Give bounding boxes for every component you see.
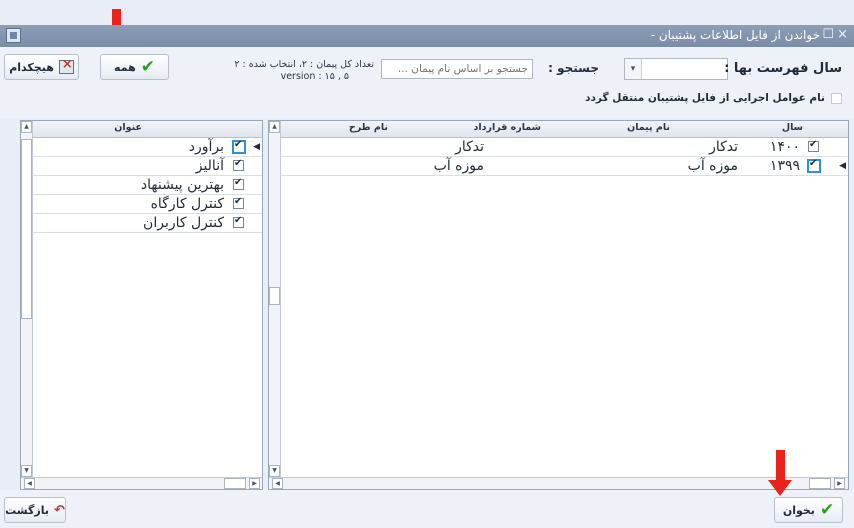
none-button-label: هیچکدام (9, 60, 54, 74)
items-grid: ▲ ▼ عنوان ◀ برآورد آنالیز بهترین پیشنهاد… (20, 120, 263, 490)
hscroll-thumb[interactable] (809, 478, 831, 489)
all-button-label: همه (114, 60, 136, 74)
check-icon: ✔ (819, 499, 835, 520)
scroll-down-icon[interactable]: ▼ (269, 465, 280, 477)
list-item[interactable]: بهترین پیشنهاد (33, 176, 262, 195)
count-text: تعداد کل پیمان : ۲، انتخاب شده : ۲ (234, 59, 374, 70)
header-contract-name[interactable]: نام پیمان (627, 122, 670, 133)
version-text: version : ۱۵ , ۵ (280, 71, 349, 82)
item-checkbox[interactable] (232, 139, 246, 154)
item-checkbox[interactable] (233, 158, 244, 171)
search-label: جستجو : (548, 61, 599, 75)
back-button-label: بازگشت (5, 503, 49, 517)
read-button[interactable]: ✔ بخوان (774, 497, 843, 523)
search-input[interactable] (381, 59, 533, 79)
cell-contract-name: موزه آب (687, 158, 738, 174)
dialog-window: خواندن از فایل اطلاعات پشتیبان - × ☐ هیچ… (0, 0, 854, 528)
none-button[interactable]: هیچکدام (4, 54, 79, 80)
back-button[interactable]: ↶ بازگشت (4, 497, 66, 523)
item-checkbox[interactable] (233, 196, 244, 209)
list-item[interactable]: آنالیز (33, 157, 262, 176)
toolbar: هیچکدام ✔ همه تعداد کل پیمان : ۲، انتخاب… (0, 47, 854, 119)
cell-project-name: تدکار (455, 139, 484, 155)
read-button-label: بخوان (782, 503, 815, 517)
year-list-combo[interactable]: ▾ (624, 58, 728, 80)
window-title: خواندن از فایل اطلاعات پشتیبان - (650, 28, 820, 42)
cell-contract-number (493, 138, 593, 156)
all-button[interactable]: ✔ همه (100, 54, 169, 80)
clear-selection-icon (58, 57, 74, 74)
header-project-name[interactable]: نام طرح (349, 122, 388, 133)
title-bar: خواندن از فایل اطلاعات پشتیبان - × ☐ (0, 25, 854, 47)
items-vertical-scrollbar[interactable]: ▲ ▼ (21, 121, 33, 477)
undo-icon: ↶ (53, 502, 65, 518)
footer-bar: ↶ بازگشت ✔ بخوان (0, 490, 854, 528)
row-selector-icon: ◀ (839, 161, 846, 171)
scroll-right-icon[interactable]: ▶ (249, 478, 260, 489)
scroll-left-icon[interactable]: ◀ (272, 478, 283, 489)
items-horizontal-scrollbar[interactable]: ◀ ▶ (21, 477, 262, 489)
check-icon: ✔ (140, 56, 155, 77)
cell-contract-number (493, 157, 593, 175)
items-grid-header: عنوان (33, 121, 262, 138)
contracts-grid: ▲ ▼ سال نام پیمان شماره قرارداد نام طرح … (268, 120, 849, 490)
annotation-arrow-bottom (776, 450, 785, 482)
list-item[interactable]: ◀ برآورد (33, 138, 262, 157)
row-checkbox[interactable] (808, 139, 819, 152)
contracts-grid-header: سال نام پیمان شماره قرارداد نام طرح (281, 121, 848, 138)
close-icon[interactable]: × (837, 27, 848, 42)
year-list-label: سال فهرست بها : (724, 61, 842, 76)
header-year[interactable]: سال (782, 122, 803, 133)
item-title: برآورد (188, 139, 224, 155)
annotation-arrow-bottom-head (768, 480, 792, 496)
item-checkbox[interactable] (233, 177, 244, 190)
transfer-checkbox-label: نام عوامل اجرایی از فایل پشتیبان منتقل گ… (585, 92, 825, 104)
chevron-down-icon[interactable]: ▾ (625, 59, 642, 79)
scroll-down-icon[interactable]: ▼ (21, 465, 32, 477)
transfer-checkbox[interactable] (831, 93, 842, 104)
contracts-vertical-scrollbar[interactable]: ▲ ▼ (269, 121, 281, 477)
row-selector-icon: ◀ (253, 142, 260, 152)
cell-year: ۱۴۰۰ (769, 139, 800, 155)
scroll-right-icon[interactable]: ▶ (834, 478, 845, 489)
item-title: بهترین پیشنهاد (140, 177, 224, 193)
header-contract-number[interactable]: شماره قرارداد (473, 122, 541, 133)
list-item[interactable]: کنترل کاربران (33, 214, 262, 233)
item-title: کنترل کاربران (143, 215, 224, 231)
scroll-up-icon[interactable]: ▲ (269, 121, 280, 133)
item-title: کنترل کارگاه (150, 196, 224, 212)
scroll-left-icon[interactable]: ◀ (24, 478, 35, 489)
item-title: آنالیز (195, 158, 224, 174)
scroll-thumb[interactable] (269, 287, 280, 305)
contracts-horizontal-scrollbar[interactable]: ◀ ▶ (269, 477, 848, 489)
header-title[interactable]: عنوان (114, 122, 142, 133)
table-row[interactable]: ◀ ۱۳۹۹ موزه آب موزه آب (281, 157, 848, 176)
maximize-icon[interactable]: ☐ (822, 27, 834, 42)
cell-year: ۱۳۹۹ (769, 158, 800, 174)
scroll-thumb[interactable] (21, 139, 32, 319)
table-row[interactable]: ۱۴۰۰ تدکار تدکار (281, 138, 848, 157)
cell-project-name: موزه آب (433, 158, 484, 174)
cell-contract-name: تدکار (709, 139, 738, 155)
scroll-up-icon[interactable]: ▲ (21, 121, 32, 133)
list-item[interactable]: کنترل کارگاه (33, 195, 262, 214)
hscroll-thumb[interactable] (224, 478, 246, 489)
row-checkbox[interactable] (807, 158, 821, 173)
item-checkbox[interactable] (233, 215, 244, 228)
app-icon (6, 28, 21, 43)
